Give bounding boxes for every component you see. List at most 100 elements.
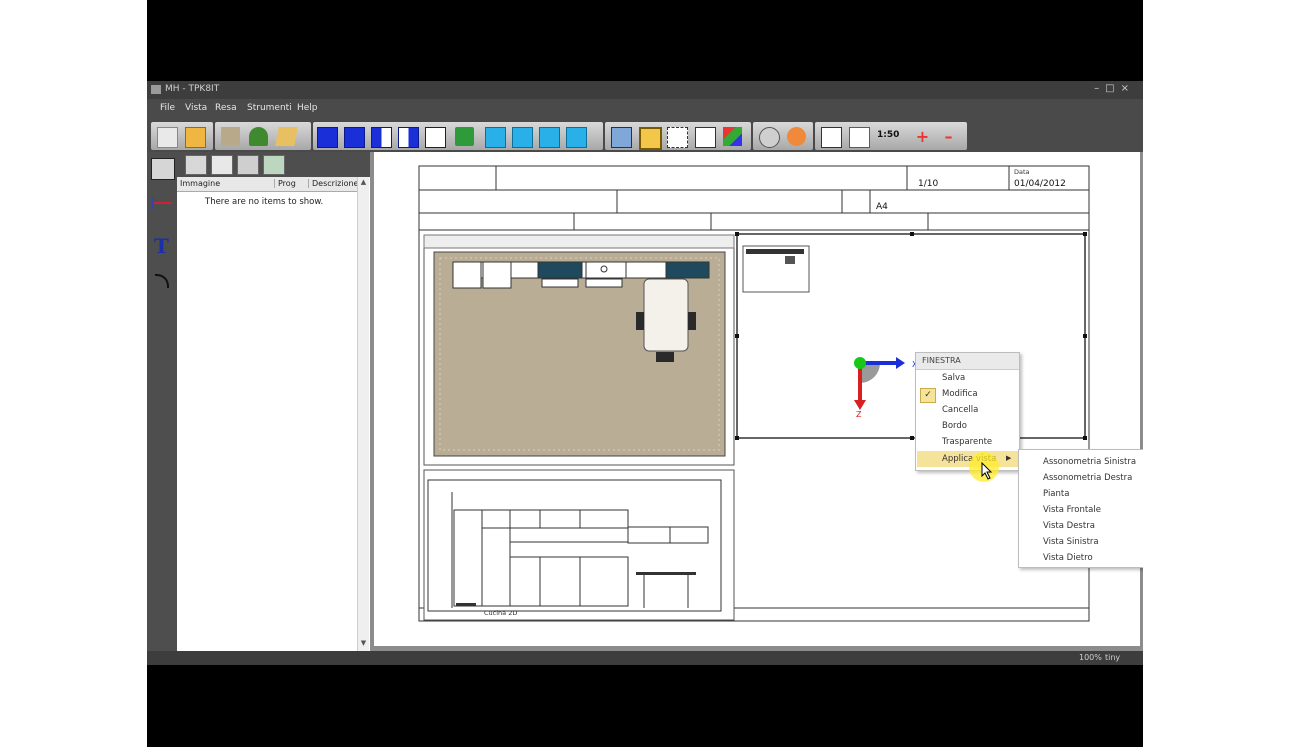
scale-label[interactable]: 1:50 [877, 130, 899, 140]
monitor-icon[interactable] [611, 127, 632, 148]
view-cube-iso-back-icon[interactable] [566, 127, 587, 148]
toolbar-group-render [605, 122, 751, 150]
view-cube-iso-right-icon[interactable] [539, 127, 560, 148]
dimension-tick-icon [152, 197, 154, 209]
tab-images-icon[interactable] [263, 155, 285, 175]
sheet-drawing [418, 165, 1090, 622]
context-menu-title: FINESTRA [922, 356, 961, 365]
zoom-in-icon[interactable]: + [913, 127, 932, 146]
sidebar-tabs [177, 152, 370, 177]
submenu-assonometria-destra[interactable]: Assonometria Destra [1043, 473, 1132, 483]
wireframe-icon[interactable] [695, 127, 716, 148]
context-menu-header: FINESTRA [916, 353, 1019, 370]
library-icon[interactable] [221, 127, 240, 146]
toolbar-group-navigate [753, 122, 813, 150]
save-icon[interactable] [185, 127, 206, 148]
list-scrollbar[interactable]: ▲ ▼ [357, 177, 369, 651]
column-prog[interactable]: Prog [274, 179, 296, 188]
dimension-icon[interactable] [152, 202, 172, 204]
check-icon: ✓ [920, 388, 936, 403]
scroll-down-icon[interactable]: ▼ [359, 639, 368, 648]
hidden-line-icon[interactable] [667, 127, 688, 148]
arc-tool-icon[interactable] [155, 274, 169, 288]
scroll-up-icon[interactable]: ▲ [359, 178, 368, 187]
view-cube-back-icon[interactable] [344, 127, 365, 148]
print-icon[interactable] [157, 127, 178, 148]
solid-view-icon[interactable] [639, 127, 662, 150]
view-cube-iso-left-icon[interactable] [512, 127, 533, 148]
pan-icon[interactable] [787, 127, 806, 146]
column-descrizione[interactable]: Descrizione [308, 179, 358, 188]
menu-resa[interactable]: Resa [215, 103, 237, 113]
submenu-assonometria-sinistra[interactable]: Assonometria Sinistra [1043, 457, 1136, 467]
empty-list-message: There are no items to show. [205, 197, 324, 207]
submenu-vista-frontale[interactable]: Vista Frontale [1043, 505, 1101, 515]
status-bar: 100% tiny [147, 651, 1143, 665]
tab-list-icon[interactable] [211, 155, 233, 175]
menu-help[interactable]: Help [297, 103, 318, 113]
tab-pages-icon[interactable] [185, 155, 207, 175]
color-render-icon[interactable] [723, 127, 742, 146]
toolbar-group-zoom: 1:50 + – [815, 122, 967, 150]
rotate-icon[interactable] [759, 127, 780, 148]
footer-value: Cucina 2D [484, 609, 518, 617]
list-header: Immagine Prog Descrizione [177, 177, 363, 192]
toolbar-group-objects [215, 122, 311, 150]
sheet-date: 01/04/2012 [1014, 179, 1066, 189]
status-zoom: 100% [1079, 653, 1102, 662]
drawing-tools-strip: T [147, 152, 177, 651]
sheet-date-label: Data [1014, 168, 1030, 176]
menu-item-salva[interactable]: Salva [942, 373, 965, 383]
context-menu: FINESTRA Salva ✓ Modifica Cancella Bordo… [915, 352, 1020, 471]
maximize-icon[interactable]: □ [1105, 83, 1120, 94]
close-icon[interactable]: × [1121, 83, 1135, 94]
video-letterbox-bottom [147, 665, 1143, 747]
view-cube-top-icon[interactable] [485, 127, 506, 148]
apply-view-submenu: Assonometria Sinistra Assonometria Destr… [1018, 449, 1143, 568]
submenu-arrow-icon: ▶ [1006, 454, 1012, 462]
paper-sheet[interactable]: 1/10 Data 01/04/2012 A4 Cucina 2D X Z [374, 152, 1140, 646]
view-cube-left-icon[interactable] [371, 127, 392, 148]
menu-file[interactable]: File [160, 103, 175, 113]
menu-item-cancella[interactable]: Cancella [942, 405, 978, 415]
z-axis-label: Z [856, 410, 862, 419]
status-units: tiny [1105, 653, 1121, 662]
tab-properties-icon[interactable] [237, 155, 259, 175]
toolbar-group-file [151, 122, 213, 150]
view-cube-right-icon[interactable] [398, 127, 419, 148]
mouse-pointer-icon [981, 462, 993, 480]
toolbar: 1:50 + – [147, 119, 1143, 152]
window-title: MH - TPK8IT [165, 84, 220, 94]
submenu-vista-dietro[interactable]: Vista Dietro [1043, 553, 1093, 563]
submenu-vista-sinistra[interactable]: Vista Sinistra [1043, 537, 1099, 547]
sheet-number: 1/10 [918, 179, 939, 189]
menu-strumenti[interactable]: Strumenti [247, 103, 292, 113]
column-immagine[interactable]: Immagine [180, 179, 220, 188]
material-icon[interactable] [275, 127, 298, 146]
video-letterbox-top [147, 0, 1143, 81]
menu-vista[interactable]: Vista [185, 103, 207, 113]
view-cube-wire-icon[interactable] [425, 127, 446, 148]
menu-item-bordo[interactable]: Bordo [942, 421, 967, 431]
camera-icon[interactable] [455, 127, 474, 146]
application-window: MH - TPK8IT –□× File Vista Resa Strument… [147, 81, 1143, 665]
submenu-pianta[interactable]: Pianta [1043, 489, 1069, 499]
submenu-vista-destra[interactable]: Vista Destra [1043, 521, 1095, 531]
minimize-icon[interactable]: – [1094, 83, 1105, 94]
view-cube-front-icon[interactable] [317, 127, 338, 148]
workspace: 1/10 Data 01/04/2012 A4 Cucina 2D X Z [370, 152, 1143, 651]
toolbar-group-views [313, 122, 603, 150]
layers-icon[interactable] [151, 158, 175, 180]
tree-icon[interactable] [249, 127, 268, 146]
zoom-window-icon[interactable] [821, 127, 842, 148]
menu-bar: File Vista Resa Strumenti Help [147, 99, 1143, 119]
window-controls: –□× [1094, 83, 1135, 94]
menu-item-modifica[interactable]: Modifica [942, 389, 978, 399]
title-bar: MH - TPK8IT –□× [147, 81, 1143, 99]
items-panel: Immagine Prog Descrizione There are no i… [177, 177, 370, 651]
zoom-extents-icon[interactable] [849, 127, 870, 148]
text-tool-icon[interactable]: T [154, 234, 169, 258]
app-icon [151, 85, 161, 94]
menu-item-trasparente[interactable]: Trasparente [942, 437, 992, 447]
zoom-out-icon[interactable]: – [939, 127, 958, 146]
